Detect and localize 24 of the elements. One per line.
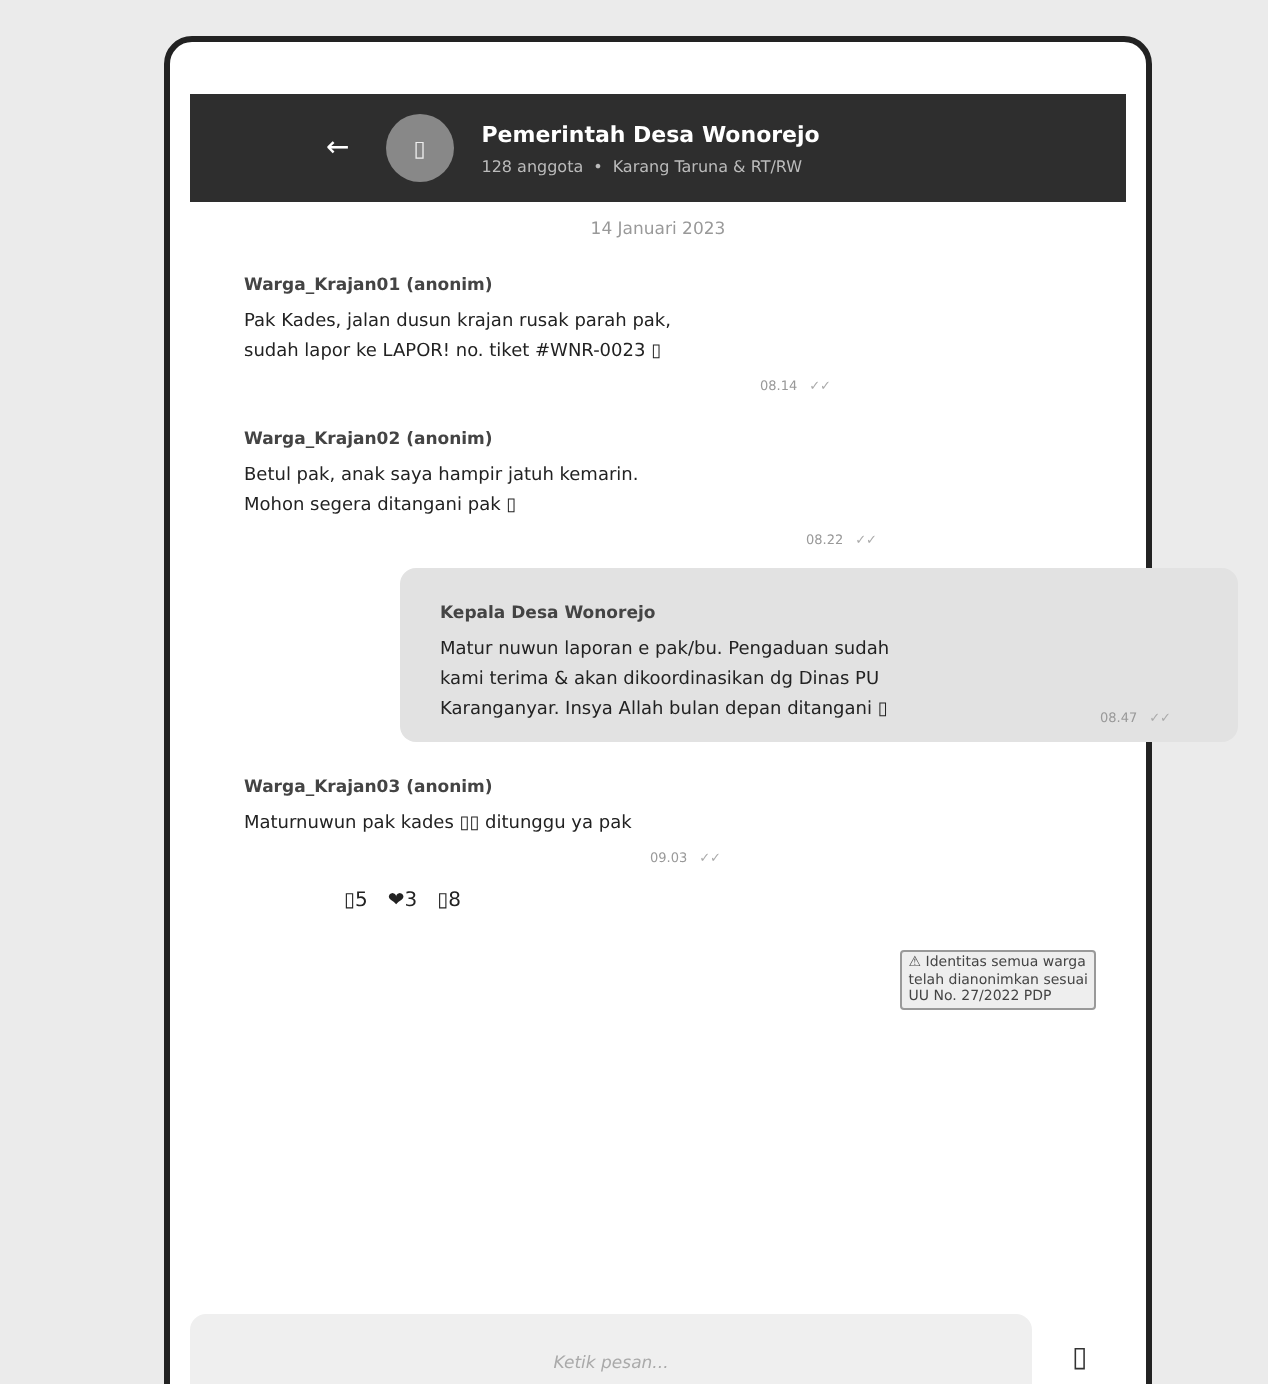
message-line: Karanganyar. Insya Allah bulan depan ditangani ▯	[440, 698, 888, 724]
message-input[interactable]: Ketik pesan...	[190, 1314, 1032, 1384]
send-button[interactable]: ▯	[1072, 1342, 1088, 1374]
reaction-count[interactable]: ❤3	[387, 890, 418, 912]
message-line: Maturnuwun pak kades ▯▯ ditunggu ya pak	[244, 812, 632, 838]
group-title: Pemerintah Desa Wonorejo	[481, 121, 820, 147]
date-divider: 14 Januari 2023	[590, 220, 726, 240]
sender-name: Warga_Krajan01 (anonim)	[244, 276, 495, 296]
group-avatar: ▯	[385, 114, 454, 182]
message-line: kami terima & akan dikoordinasikan dg Dinas PU	[440, 668, 880, 694]
message-line: Pak Kades, jalan dusun krajan rusak parah pak,	[244, 310, 671, 336]
member-count: 128 anggota	[481, 157, 584, 175]
group-subtitle: Karang Taruna & RT/RW	[612, 157, 803, 175]
sender-name: Warga_Krajan03 (anonim)	[244, 778, 495, 798]
message-line: Matur nuwun laporan e pak/bu. Pengaduan sudah	[440, 638, 890, 664]
sender-name: Kepala Desa Wonorejo	[440, 604, 658, 624]
message-line: Betul pak, anak saya hampir jatuh kemarin.	[244, 464, 639, 490]
back-button[interactable]: ←	[326, 132, 350, 164]
message-line: sudah lapor ke LAPOR! no. tiket #WNR-0023 ▯	[244, 340, 662, 366]
reaction-count[interactable]: ▯8	[437, 890, 462, 912]
message-line: Mohon segera ditangani pak ▯	[244, 494, 517, 520]
sender-name: Warga_Krajan02 (anonim)	[244, 430, 495, 450]
separator-dot: •	[593, 157, 603, 175]
reaction-count[interactable]: ▯5	[344, 890, 368, 912]
